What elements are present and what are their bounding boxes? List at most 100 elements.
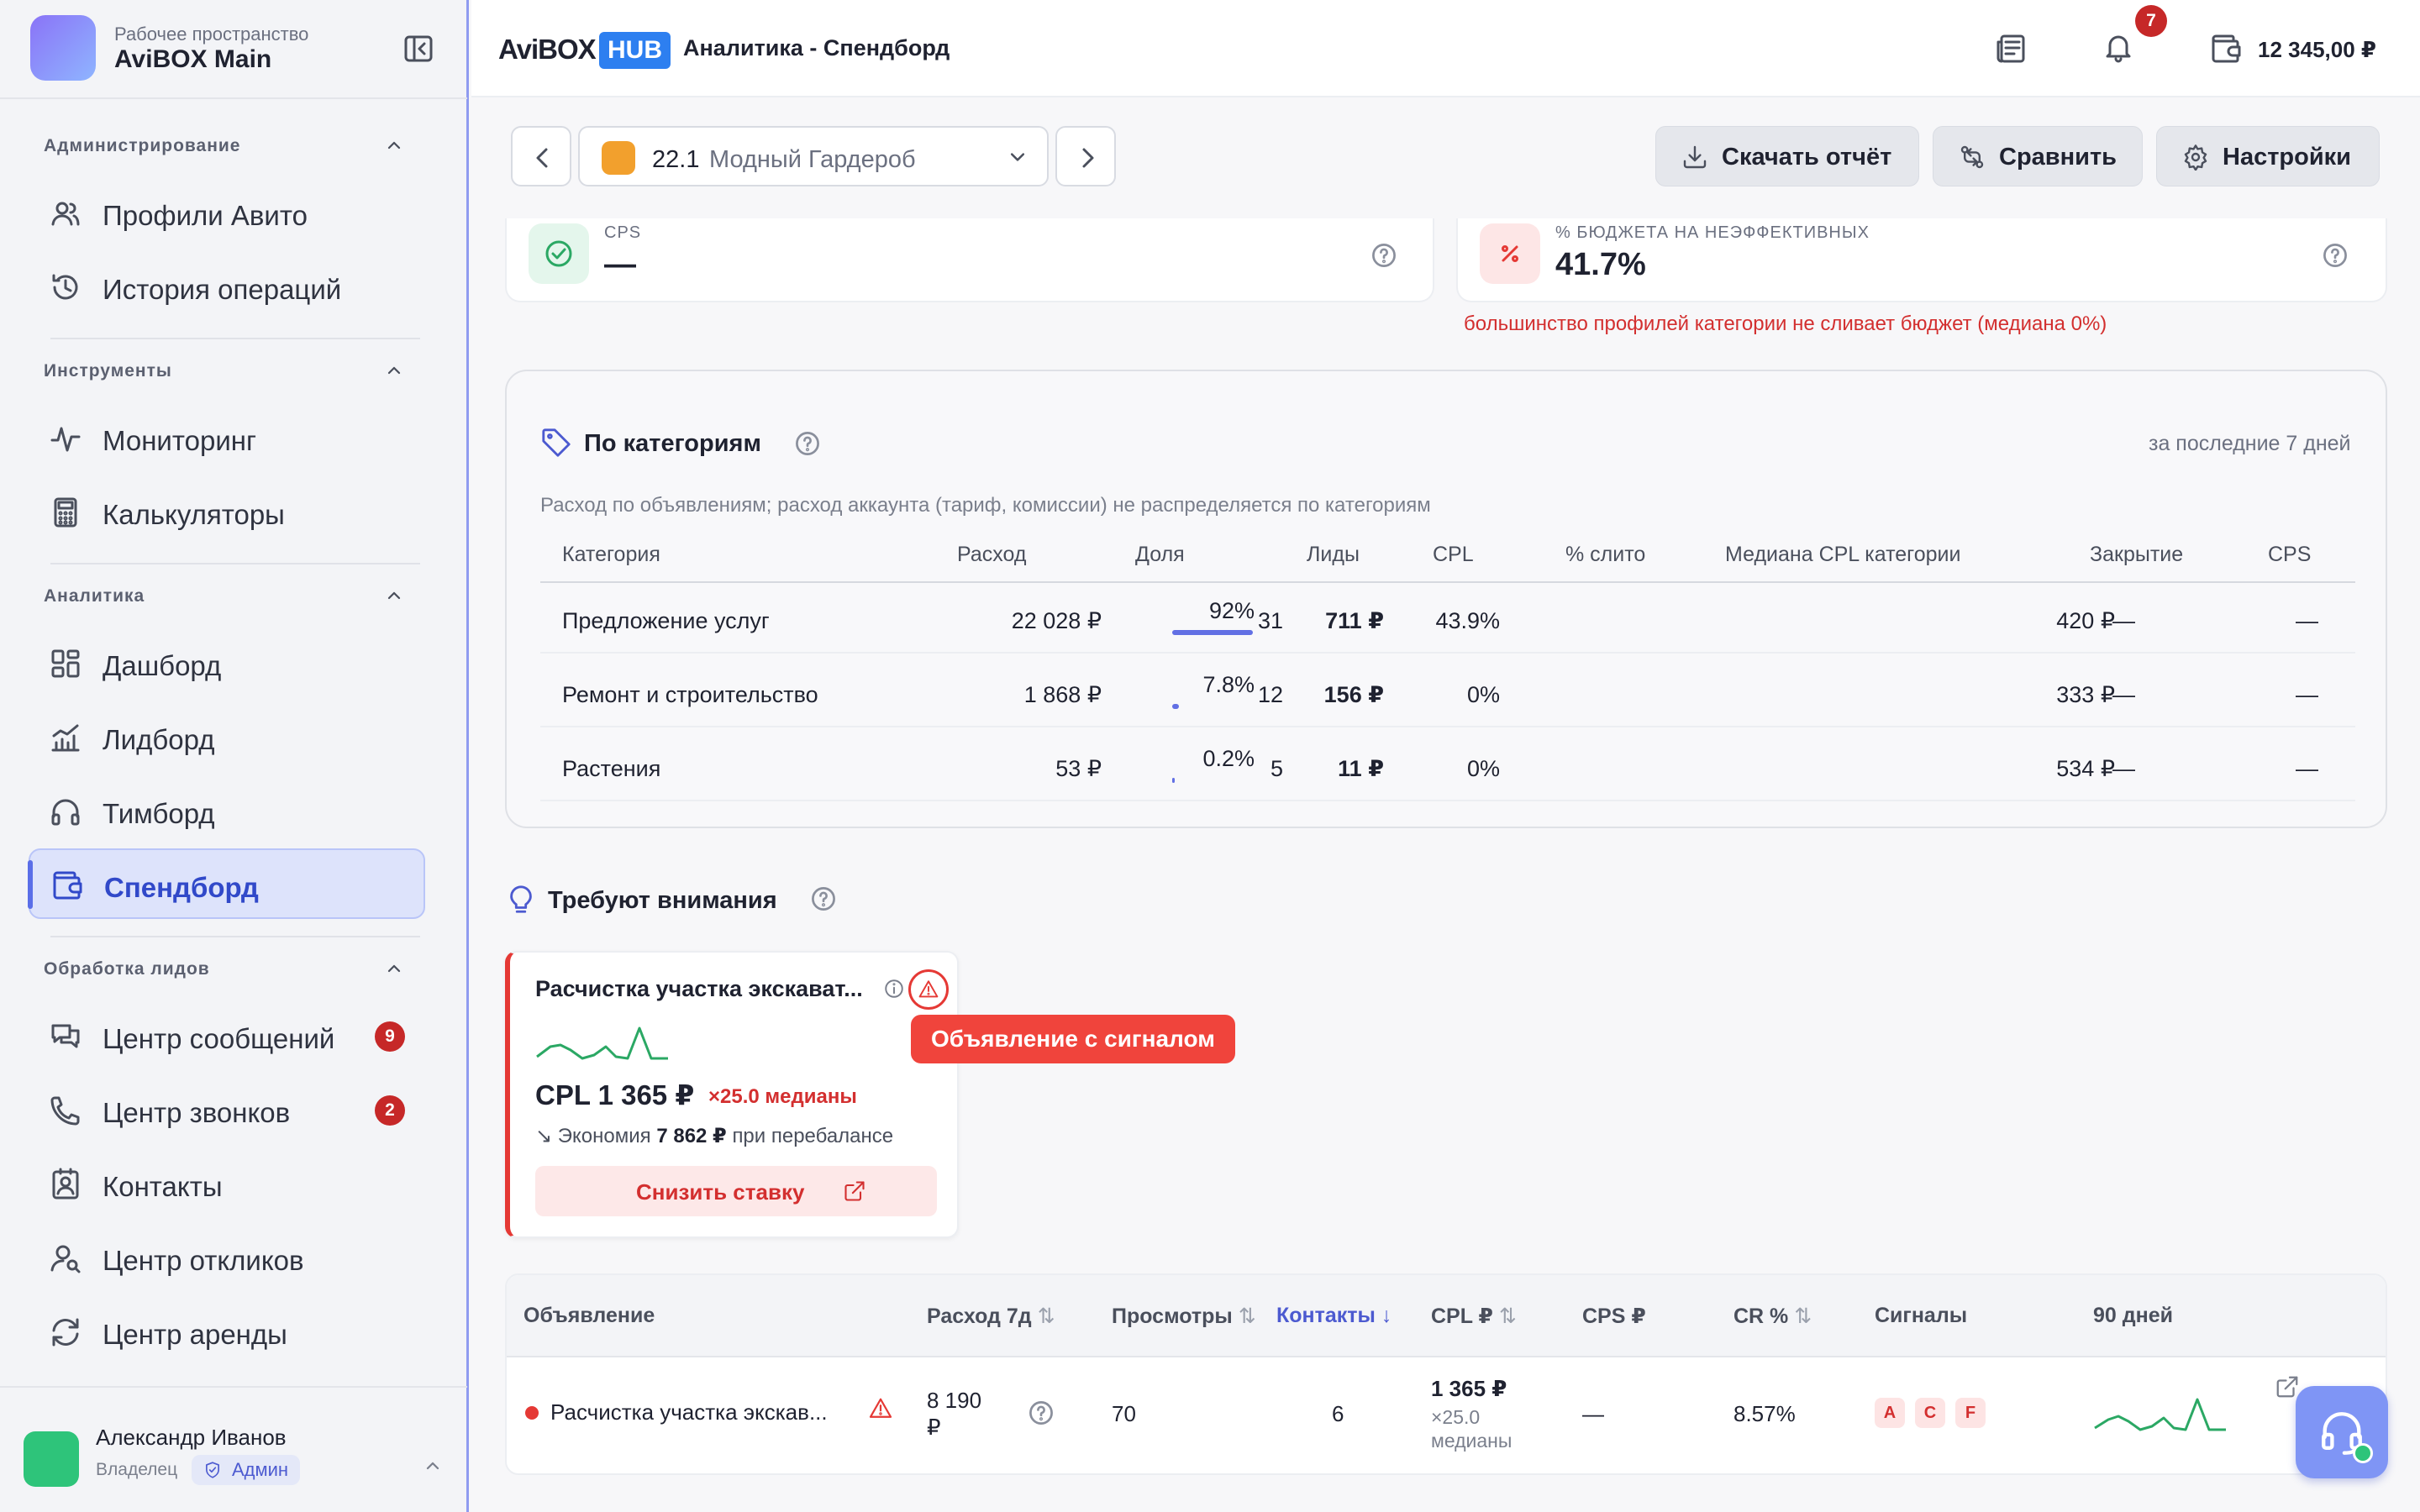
sort-icon: ⇅ [1794,1305,1812,1328]
column-header-90days[interactable]: 90 дней [2093,1304,2173,1328]
profile-color-dot [602,141,635,175]
column-header[interactable]: Закрытие [2090,543,2183,567]
sidebar-item-contacts[interactable]: Контакты [29,1149,425,1220]
sidebar-item-label: Калькуляторы [103,499,285,530]
chevron-up-icon[interactable] [381,956,407,981]
next-profile-button[interactable] [1055,126,1116,186]
column-header[interactable]: Лиды [1307,543,1360,567]
cpl-multiplier-label: медианы [1431,1430,1512,1452]
column-header[interactable]: Доля [1135,543,1185,567]
sidebar-item-label: Центр сообщений [103,1023,335,1054]
sidebar-item-avito-profiles[interactable]: Профили Авито [29,178,425,249]
ads-table-header: Объявление Расход 7д ⇅ Просмотры ⇅ Конта… [507,1275,2386,1357]
info-icon[interactable] [883,978,905,1000]
column-header-cr[interactable]: CR % ⇅ [1733,1304,1812,1329]
chevron-up-icon[interactable] [381,583,407,608]
column-header[interactable]: CPL [1433,543,1474,567]
warning-icon [868,1396,893,1421]
notifications-button[interactable]: 7 [2102,5,2167,64]
chart-icon [49,721,82,754]
share-value: 92% [1208,598,1255,623]
sidebar-item-label: Спендборд [104,872,259,903]
download-report-button[interactable]: Скачать отчёт [1655,126,1919,186]
profile-select[interactable]: 22.1 Модный Гардероб [578,126,1049,186]
column-header[interactable]: Медиана CPL категории [1725,543,1960,567]
signal-badge-f[interactable]: F [1955,1398,1986,1428]
cpl-multiplier: ×25.0 [1431,1406,1481,1428]
sidebar-item-leadboard[interactable]: Лидборд [29,702,425,773]
ads-table: Объявление Расход 7д ⇅ Просмотры ⇅ Конта… [505,1273,2387,1475]
sidebar-item-operations-history[interactable]: История операций [29,252,425,323]
lower-bid-button[interactable]: Снизить ставку [535,1166,937,1216]
sidebar-item-teamboard[interactable]: Тимборд [29,776,425,847]
sidebar-item-calculators[interactable]: Калькуляторы [29,477,425,548]
category-name: Растения [562,756,661,781]
table-row[interactable]: Растения 53 ₽0.2% 5 11 ₽0% 534 ₽ — — [540,734,2355,801]
column-header-contacts[interactable]: Контакты ↓ [1276,1304,1392,1328]
online-indicator [2353,1443,2373,1463]
help-icon[interactable] [792,428,823,459]
dashboard-icon [49,647,82,680]
column-header-spend[interactable]: Расход 7д ⇅ [927,1304,1055,1329]
calculator-icon [49,496,82,529]
compare-button[interactable]: Сравнить [1933,126,2143,186]
prev-profile-button[interactable] [511,126,571,186]
column-header[interactable]: Расход [957,543,1026,567]
user-role: Владелец [96,1460,178,1479]
sidebar-item-label: Лидборд [103,724,215,755]
economy-value: 7 862 ₽ [656,1125,727,1147]
stat-card-waste: % БЮДЖЕТА НА НЕЭФФЕКТИВНЫХ 41.7% [1456,218,2387,302]
sidebar-item-calls[interactable]: Центр звонков 2 [29,1075,425,1146]
spend-value: 22 028 ₽ [1011,608,1102,633]
table-row[interactable]: Ремонт и строительство 1 868 ₽ 7.8% 12 156 ₽… [540,660,2355,727]
leads-value: 31 [1257,608,1283,633]
help-icon[interactable] [808,884,839,914]
column-header[interactable]: % слито [1565,543,1645,567]
news-icon[interactable] [1994,32,2028,66]
column-header-cpl[interactable]: CPL ₽ ⇅ [1431,1304,1517,1329]
column-header[interactable]: Категория [562,543,660,567]
attention-card[interactable]: Расчистка участка экскават... CPL 1 365 … [505,951,959,1238]
signal-badge-a[interactable]: A [1875,1398,1905,1428]
cpl-value: 11 ₽ [1338,756,1384,781]
history-icon [49,270,82,304]
column-header-cps[interactable]: CPS ₽ [1582,1304,1646,1329]
balance-value[interactable]: 12 345,00 ₽ [2258,37,2376,63]
column-header-signals[interactable]: Сигналы [1875,1304,1967,1328]
column-header-ad[interactable]: Объявление [523,1304,655,1328]
help-icon[interactable] [2320,240,2350,270]
chevron-up-icon[interactable] [381,358,407,383]
wallet-icon[interactable] [2209,32,2243,66]
spend-currency: ₽ [927,1415,941,1440]
help-icon[interactable] [1369,240,1399,270]
sidebar-item-label: Центр аренды [103,1319,287,1350]
sidebar-item-dashboard[interactable]: Дашборд [29,628,425,699]
table-row[interactable]: Предложение услуг 22 028 ₽ 92% 31 711 ₽ 43.9%… [540,586,2355,654]
chevron-up-icon[interactable] [420,1453,445,1478]
sidebar-item-monitoring[interactable]: Мониторинг [29,403,425,474]
column-header-views[interactable]: Просмотры ⇅ [1112,1304,1256,1329]
settings-button[interactable]: Настройки [2156,126,2380,186]
column-header-label: CR % [1733,1305,1789,1328]
user-profile[interactable]: Александр Иванов Владелец Админ [0,1386,467,1512]
median-cpl-value: 420 ₽ [2056,608,2115,633]
warning-icon[interactable] [908,969,949,1010]
signal-badge-c[interactable]: C [1915,1398,1945,1428]
views-value: 70 [1112,1401,1136,1426]
ad-name[interactable]: Расчистка участка экскав... [550,1399,828,1425]
support-chat-button[interactable] [2296,1386,2388,1478]
collapse-sidebar-icon[interactable] [402,32,435,66]
sidebar-item-spendboard[interactable]: Спендборд [28,848,425,919]
column-header-label: Контакты [1276,1304,1376,1327]
sidebar-item-rent[interactable]: Центр аренды [29,1297,425,1368]
help-icon[interactable] [1026,1398,1056,1428]
chevron-up-icon[interactable] [381,133,407,158]
external-link-icon[interactable] [2275,1374,2300,1399]
wasted-value: 43.9% [1435,608,1500,633]
sort-icon: ⇅ [1498,1305,1517,1328]
sidebar-item-messages[interactable]: Центр сообщений 9 [29,1001,425,1072]
column-header[interactable]: CPS [2268,543,2311,567]
sidebar-item-responses[interactable]: Центр откликов [29,1223,425,1294]
sort-icon: ⇅ [1037,1305,1055,1328]
sidebar-item-label: История операций [103,274,342,305]
